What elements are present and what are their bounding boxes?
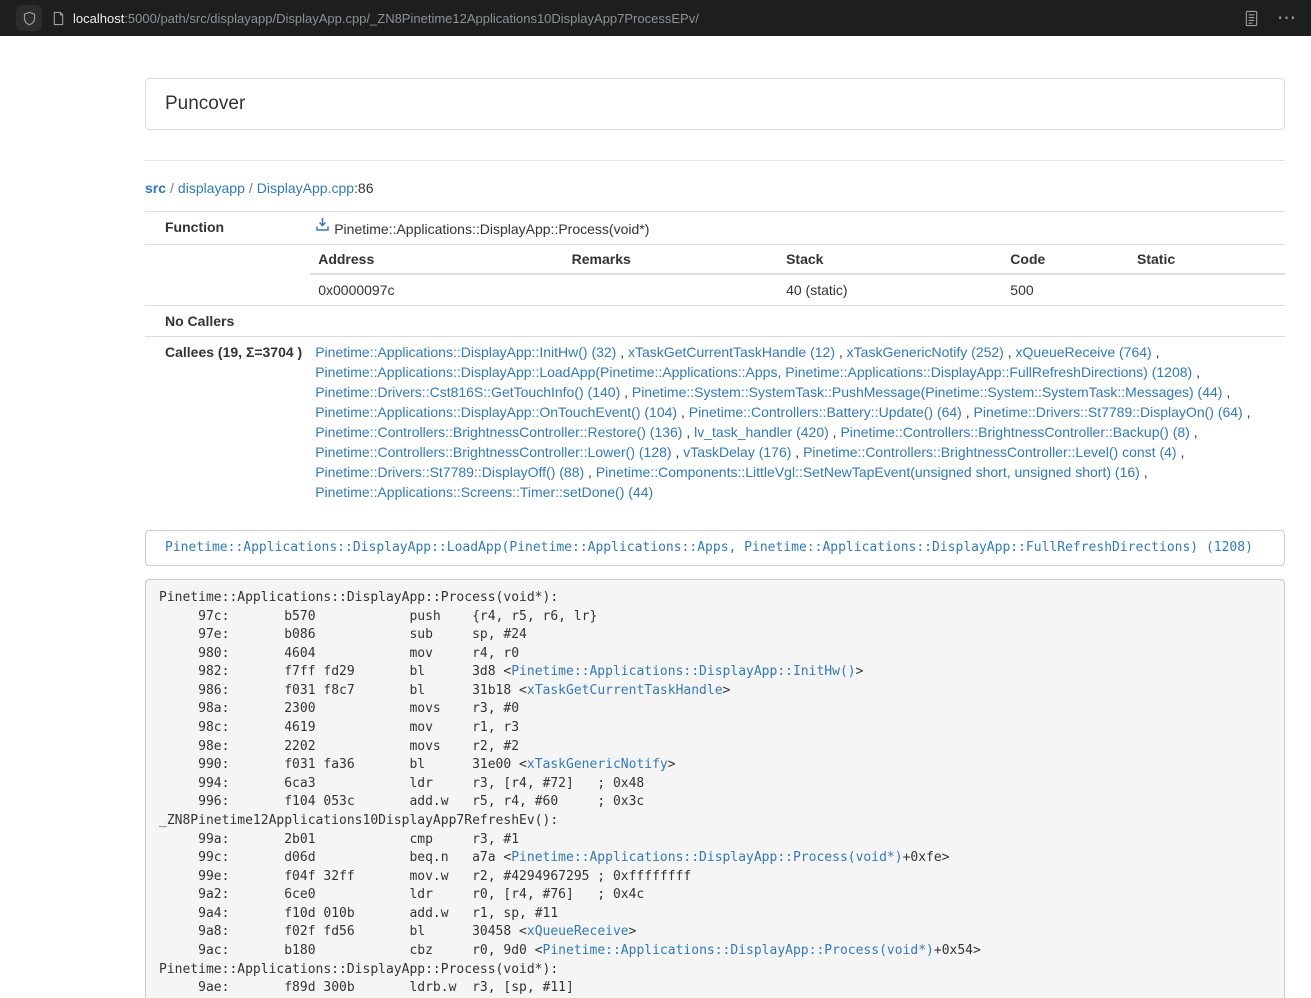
stats-data-row: 0x0000097c 40 (static) 500 [310,274,1285,305]
breadcrumb-separator: / [249,180,253,196]
callers-row: No Callers [145,306,1285,337]
stats-header-code: Code [1002,245,1129,274]
callee-link[interactable]: Pinetime::Drivers::Cst816S::GetTouchInfo… [315,384,620,400]
ellipsis-menu-icon[interactable]: ⋯ [1277,9,1297,28]
callee-separator: , [682,424,694,440]
page-content: Puncover src/displayapp/DisplayApp.cpp:8… [145,78,1285,998]
callee-link[interactable]: Pinetime::Controllers::BrightnessControl… [840,424,1189,440]
callee-separator: , [1152,344,1160,360]
callee-separator: , [616,344,628,360]
callee-link[interactable]: xQueueReceive (764) [1016,344,1152,360]
callee-link[interactable]: Pinetime::Applications::Screens::Timer::… [315,484,653,500]
stats-table: Address Remarks Stack Code Static 0x0000… [310,245,1285,305]
breadcrumb-file-link[interactable]: DisplayApp.cpp [257,180,354,196]
function-row: Function Pinetime::Applications::Display… [145,212,1285,245]
stats-address-value: 0x0000097c [310,274,563,305]
callee-separator: , [962,404,974,420]
highlighted-callee-link[interactable]: Pinetime::Applications::DisplayApp::Load… [165,540,1253,555]
callers-cell [310,306,1285,337]
stats-row: Address Remarks Stack Code Static 0x0000… [145,245,1285,306]
callee-link[interactable]: Pinetime::Drivers::St7789::DisplayOn() (… [974,404,1243,420]
callee-link[interactable]: Pinetime::Drivers::St7789::DisplayOff() … [315,464,584,480]
shield-button[interactable] [16,5,42,31]
callee-separator: , [1243,404,1251,420]
function-name-cell: Pinetime::Applications::DisplayApp::Proc… [310,212,1285,245]
callee-separator: , [829,424,841,440]
stats-static-value [1129,274,1285,305]
disassembly: Pinetime::Applications::DisplayApp::Proc… [145,579,1285,998]
url-path: :5000/path/src/displayapp/DisplayApp.cpp… [124,11,699,26]
function-name: Pinetime::Applications::DisplayApp::Proc… [334,221,649,237]
stats-stack-value: 40 (static) [778,274,1002,305]
callee-link[interactable]: Pinetime::Components::LittleVgl::SetNewT… [596,464,1140,480]
callee-separator: , [672,444,684,460]
callees-label: Callees (19, Σ=3704 ) [145,337,310,508]
breadcrumb: src/displayapp/DisplayApp.cpp:86 [145,178,1285,198]
callee-link[interactable]: Pinetime::Applications::DisplayApp::Init… [315,344,616,360]
stats-header-remarks: Remarks [564,245,778,274]
code-symbol-link[interactable]: xTaskGetCurrentTaskHandle [527,683,723,698]
reader-view-button[interactable] [1244,10,1259,27]
page-icon [52,11,65,26]
callee-link[interactable]: Pinetime::Applications::DisplayApp::Load… [315,364,1192,380]
callees-list: Pinetime::Applications::DisplayApp::Init… [310,337,1285,508]
callee-separator: , [1004,344,1016,360]
callees-row: Callees (19, Σ=3704 ) Pinetime::Applicat… [145,337,1285,508]
callee-link[interactable]: Pinetime::Controllers::BrightnessControl… [803,444,1176,460]
callee-separator: , [584,464,596,480]
stats-header-stack: Stack [778,245,1002,274]
callee-separator: , [1140,464,1148,480]
code-symbol-link[interactable]: xTaskGenericNotify [527,757,668,772]
breadcrumb-separator: / [170,180,174,196]
callee-link[interactable]: xTaskGenericNotify (252) [847,344,1004,360]
breadcrumb-line-number: :86 [354,180,373,196]
callee-link[interactable]: lv_task_handler (420) [694,424,829,440]
symbol-info-table: Function Pinetime::Applications::Display… [145,211,1285,507]
reader-view-icon [1244,10,1259,27]
function-label: Function [145,212,310,245]
callee-separator: , [677,404,689,420]
url-bar[interactable]: localhost:5000/path/src/displayapp/Displ… [73,11,699,26]
callee-link[interactable]: vTaskDelay (176) [683,444,791,460]
stats-header-row: Address Remarks Stack Code Static [310,245,1285,274]
callee-separator: , [1192,364,1200,380]
shield-icon [22,11,37,26]
code-symbol-link[interactable]: xQueueReceive [527,924,629,939]
callee-link[interactable]: Pinetime::Controllers::BrightnessControl… [315,444,671,460]
stats-code-value: 500 [1002,274,1129,305]
callee-link[interactable]: Pinetime::System::SystemTask::PushMessag… [632,384,1223,400]
function-type-icon [315,217,330,237]
breadcrumb-src-link[interactable]: src [145,180,166,196]
browser-toolbar: localhost:5000/path/src/displayapp/Displ… [0,0,1311,36]
callers-label: No Callers [145,306,310,337]
stats-row-label [145,245,310,306]
app-title: Puncover [165,93,245,114]
app-header-panel: Puncover [145,78,1285,130]
callee-separator: , [1177,444,1185,460]
callee-separator: , [791,444,803,460]
breadcrumb-displayapp-link[interactable]: displayapp [178,180,245,196]
stats-header-address: Address [310,245,563,274]
url-host: localhost [73,11,124,26]
callee-separator: , [620,384,632,400]
callee-link[interactable]: Pinetime::Applications::DisplayApp::OnTo… [315,404,677,420]
callee-separator: , [835,344,847,360]
highlighted-callee-box: Pinetime::Applications::DisplayApp::Load… [145,530,1285,566]
callee-link[interactable]: xTaskGetCurrentTaskHandle (12) [628,344,835,360]
divider [145,160,1285,161]
stats-header-static: Static [1129,245,1285,274]
callee-link[interactable]: Pinetime::Controllers::BrightnessControl… [315,424,682,440]
stats-cell: Address Remarks Stack Code Static 0x0000… [310,245,1285,306]
callee-link[interactable]: Pinetime::Controllers::Battery::Update()… [689,404,962,420]
callee-separator: , [1190,424,1198,440]
code-symbol-link[interactable]: Pinetime::Applications::DisplayApp::Proc… [511,850,902,865]
stats-remarks-value [564,274,778,305]
callee-separator: , [1222,384,1230,400]
code-symbol-link[interactable]: Pinetime::Applications::DisplayApp::Proc… [543,943,934,958]
code-symbol-link[interactable]: Pinetime::Applications::DisplayApp::Init… [511,664,855,679]
